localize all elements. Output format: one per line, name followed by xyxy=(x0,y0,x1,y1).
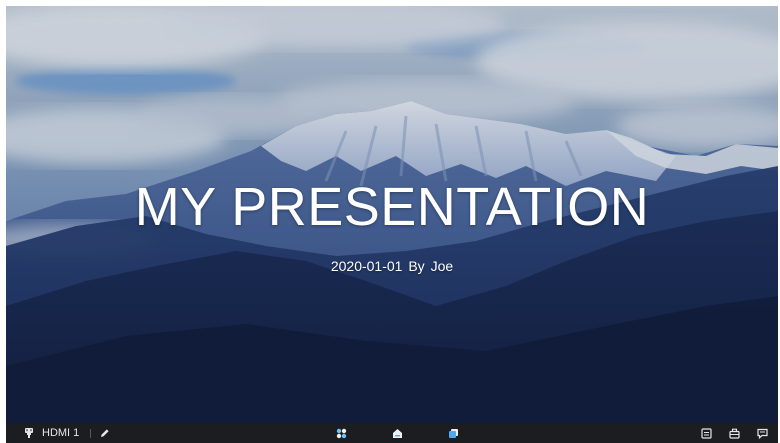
apps-grid-icon[interactable] xyxy=(334,423,348,443)
slide-subtitle: 2020-01-01 By Joe xyxy=(330,258,454,274)
display-screen: MY PRESENTATION 2020-01-01 By Joe HDMI 1 xyxy=(6,6,778,443)
presentation-slide: MY PRESENTATION 2020-01-01 By Joe xyxy=(6,6,778,423)
input-source-label[interactable]: HDMI 1 xyxy=(42,423,79,443)
message-icon[interactable] xyxy=(755,423,769,443)
home-icon[interactable] xyxy=(390,423,404,443)
bottom-taskbar: HDMI 1 xyxy=(6,423,778,443)
input-source-icon[interactable] xyxy=(22,423,36,443)
panel-icon[interactable] xyxy=(699,423,713,443)
taskbar-divider xyxy=(90,429,91,438)
pen-icon[interactable] xyxy=(98,423,112,443)
toolbox-icon[interactable] xyxy=(727,423,741,443)
windows-icon[interactable] xyxy=(446,423,460,443)
slide-title: MY PRESENTATION xyxy=(134,177,650,237)
